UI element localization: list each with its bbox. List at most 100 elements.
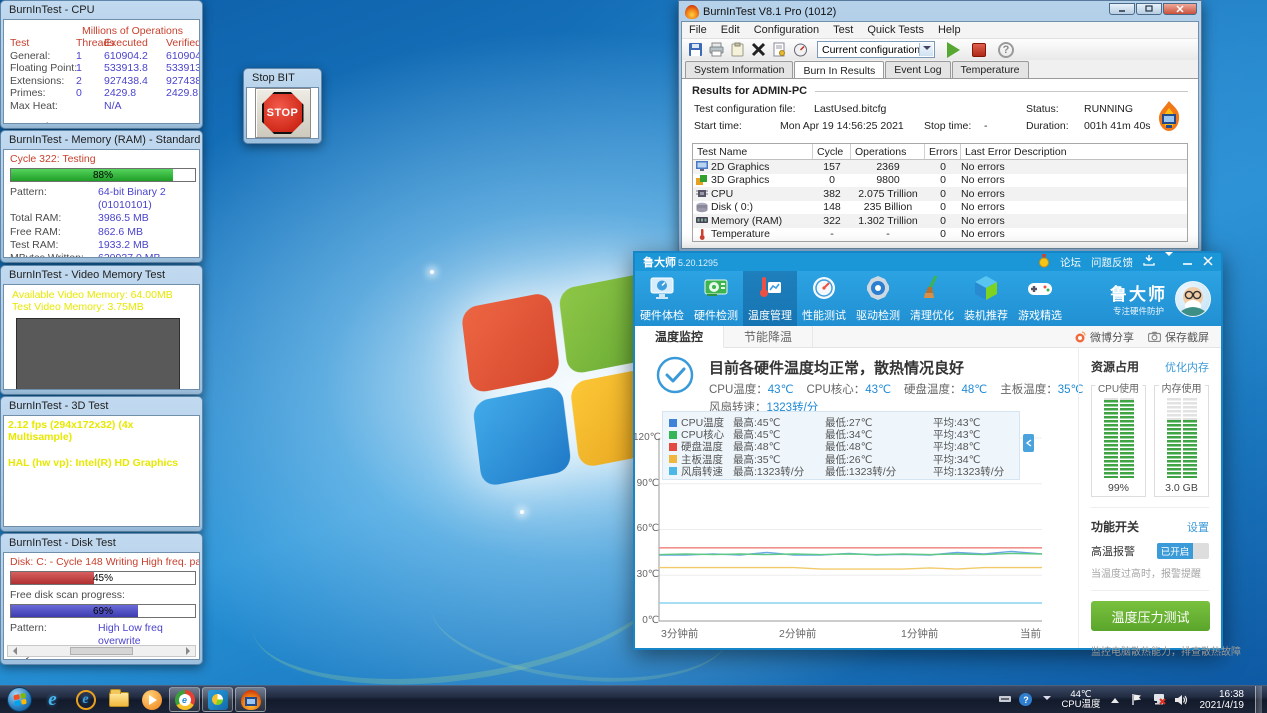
duration-label: Duration: (1026, 120, 1069, 132)
menu-help[interactable]: Help (931, 22, 968, 38)
start-button[interactable] (7, 687, 32, 712)
dropdown-menu-icon[interactable] (1165, 256, 1173, 268)
tab-temperature[interactable]: Temperature (952, 61, 1029, 78)
header-test-name[interactable]: Test Name (693, 144, 813, 159)
nav-temperature-management[interactable]: 温度管理 (743, 271, 797, 326)
forum-link[interactable]: 论坛 (1060, 255, 1081, 270)
tray-device-icon[interactable] (997, 693, 1012, 706)
dropdown-arrow-icon[interactable] (919, 43, 933, 56)
header-cycle[interactable]: Cycle (813, 144, 851, 159)
configuration-dropdown[interactable]: Current configuration (817, 41, 935, 58)
temperature-stress-test-button[interactable]: 温度压力测试 (1091, 601, 1210, 631)
nav-performance-test[interactable]: 性能测试 (797, 271, 851, 326)
high-temp-alarm-toggle[interactable]: 已开启 (1157, 543, 1209, 559)
minimize-button[interactable] (1109, 3, 1135, 15)
master-lu-window: 鲁大师5.20.1295 论坛 问题反馈 硬件体检 硬件检测 温度管理 性能测试… (633, 251, 1223, 650)
disk-icon (696, 202, 708, 213)
maximize-button[interactable] (1136, 3, 1162, 15)
cpu-window-titlebar[interactable]: BurnInTest - CPU (3, 3, 200, 19)
menu-edit[interactable]: Edit (714, 22, 747, 38)
settings-link[interactable]: 设置 (1187, 519, 1209, 535)
stop-bit-button[interactable]: STOP (255, 88, 311, 138)
nav-driver-detect[interactable]: 驱动检测 (851, 271, 905, 326)
broom-icon (918, 274, 946, 305)
menu-test[interactable]: Test (826, 22, 860, 38)
table-row[interactable]: 3D Graphics 0 9800 0 No errors (693, 174, 1187, 188)
cube-icon (972, 274, 1000, 305)
save-screenshot-button[interactable]: 保存截屏 (1148, 329, 1209, 345)
memory-window-title: BurnInTest - Memory (RAM) - Standard (9, 134, 200, 146)
3d-window-titlebar[interactable]: BurnInTest - 3D Test (3, 399, 200, 415)
nav-clean-optimize[interactable]: 清理优化 (905, 271, 959, 326)
menu-quick-tests[interactable]: Quick Tests (860, 22, 931, 38)
nav-build-recommend[interactable]: 装机推荐 (959, 271, 1013, 326)
nav-game-selection[interactable]: 游戏精选 (1013, 271, 1067, 326)
share-icon[interactable] (1143, 255, 1155, 269)
nav-hardware-checkup[interactable]: 硬件体检 (635, 271, 689, 326)
video-window-titlebar[interactable]: BurnInTest - Video Memory Test (3, 268, 200, 284)
tray-help-icon[interactable]: ? (1019, 693, 1032, 706)
header-last-error[interactable]: Last Error Description (961, 144, 1187, 159)
scroll-left-arrow[interactable] (9, 647, 17, 655)
camera-icon (1148, 331, 1161, 342)
tab-temperature-monitor[interactable]: 温度监控 (635, 326, 724, 348)
help-button[interactable]: ? (998, 42, 1014, 58)
master-lu-titlebar[interactable]: 鲁大师5.20.1295 论坛 问题反馈 (635, 253, 1221, 271)
tray-cpu-temp[interactable]: 44℃ CPU温度 (1061, 690, 1100, 710)
table-row[interactable]: Memory (RAM) 322 1.302 Trillion 0 No err… (693, 214, 1187, 228)
tab-system-information[interactable]: System Information (685, 61, 793, 78)
tab-event-log[interactable]: Event Log (885, 61, 950, 78)
table-row[interactable]: 2D Graphics 157 2369 0 No errors (693, 160, 1187, 174)
menu-configuration[interactable]: Configuration (747, 22, 826, 38)
save-results-icon[interactable] (687, 41, 704, 58)
system-tray: ? 44℃ CPU温度 16:38 2021/4/19 (997, 686, 1264, 713)
table-row[interactable]: Temperature - - 0 No errors (693, 228, 1187, 242)
taskbar-clock[interactable]: 16:38 2021/4/19 (1196, 689, 1249, 711)
close-button[interactable] (1163, 3, 1197, 15)
scroll-right-arrow[interactable] (186, 647, 194, 655)
header-operations[interactable]: Operations (851, 144, 925, 159)
taskbar-media-player[interactable] (136, 687, 167, 712)
memory-window-titlebar[interactable]: BurnInTest - Memory (RAM) - Standard (3, 133, 200, 149)
tab-burn-in-results[interactable]: Burn In Results (794, 61, 884, 79)
taskbar-windows-explorer[interactable] (103, 687, 134, 712)
start-tests-button[interactable] (947, 42, 960, 58)
feedback-link[interactable]: 问题反馈 (1091, 255, 1133, 270)
taskbar-internet-explorer-classic[interactable]: e (70, 687, 101, 712)
stop-window-titlebar[interactable]: Stop BIT (246, 71, 319, 87)
header-errors[interactable]: Errors (925, 144, 961, 159)
nav-hardware-detect[interactable]: 硬件检测 (689, 271, 743, 326)
taskbar-browser[interactable]: e (169, 687, 200, 712)
taskbar-burnintest[interactable] (235, 687, 266, 712)
clipboard-icon[interactable] (729, 41, 746, 58)
table-row[interactable]: CPU 382 2.075 Trillion 0 No errors (693, 187, 1187, 201)
taskbar-internet-explorer[interactable]: e (37, 687, 68, 712)
menu-file[interactable]: File (682, 22, 714, 38)
table-row[interactable]: Disk ( 0:) 148 235 Billion 0 No errors (693, 201, 1187, 215)
optimize-memory-link[interactable]: 优化内存 (1165, 359, 1209, 375)
show-desktop-button[interactable] (1255, 686, 1262, 713)
legend-collapse-button[interactable] (1023, 434, 1034, 452)
gauge-icon[interactable] (792, 41, 809, 58)
delete-icon[interactable] (750, 41, 767, 58)
memory-cycle-status: Cycle 322: Testing (10, 153, 193, 165)
medal-icon[interactable] (1038, 254, 1050, 271)
stop-tests-button[interactable] (972, 43, 986, 57)
scrollbar-thumb[interactable] (70, 647, 134, 655)
thermometer-chart-icon (756, 274, 784, 305)
horizontal-scrollbar[interactable] (7, 645, 196, 657)
network-icon[interactable] (1152, 693, 1167, 706)
tray-expand-icon[interactable] (1039, 693, 1054, 706)
show-hidden-icons[interactable] (1108, 693, 1123, 706)
weibo-share-button[interactable]: 微博分享 (1074, 329, 1134, 345)
close-icon[interactable] (1203, 256, 1213, 269)
disk-window-titlebar[interactable]: BurnInTest - Disk Test (3, 536, 200, 552)
tab-energy-cooling[interactable]: 节能降温 (724, 326, 813, 347)
print-icon[interactable] (708, 41, 725, 58)
volume-icon[interactable] (1174, 693, 1189, 706)
taskbar-master-lu[interactable] (202, 687, 233, 712)
minimize-icon[interactable] (1183, 256, 1193, 269)
action-center-flag-icon[interactable] (1130, 693, 1145, 706)
certificate-icon[interactable] (771, 41, 788, 58)
main-window-titlebar[interactable]: BurnInTest V8.1 Pro (1012) (681, 3, 1199, 21)
